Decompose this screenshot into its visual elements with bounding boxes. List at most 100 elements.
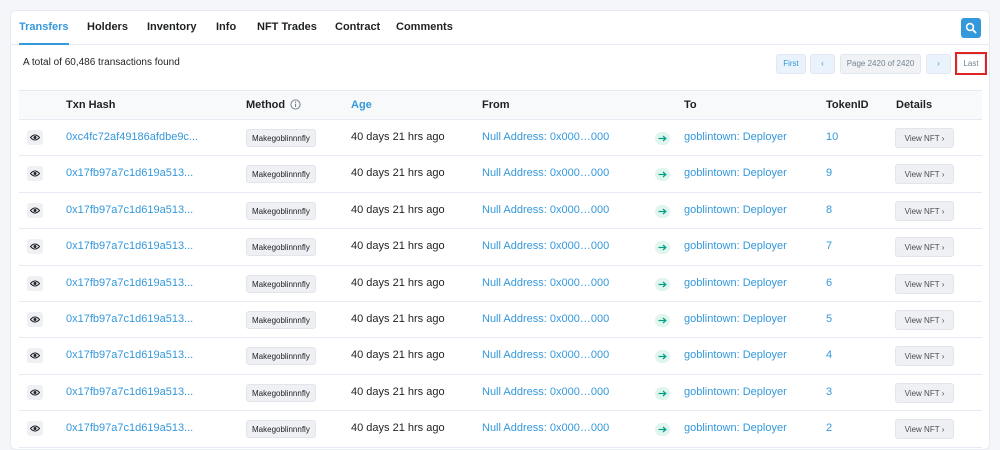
prev-page-button[interactable]: ‹ <box>810 54 835 74</box>
to-address-link[interactable]: goblintown: Deployer <box>684 204 787 216</box>
from-address-link[interactable]: Null Address: 0x000…000 <box>482 240 609 252</box>
preview-button[interactable] <box>27 384 43 400</box>
view-nft-button[interactable]: View NFT › <box>895 310 954 330</box>
table-row: 0x17fb97a7c1d619a513... Makegoblinnnfly 40… <box>19 338 982 375</box>
from-address-link[interactable]: Null Address: 0x000…000 <box>482 131 609 143</box>
arrow-right-icon <box>658 171 667 178</box>
txn-hash-link[interactable]: 0xc4fc72af49186afdbe9c... <box>66 131 198 143</box>
preview-button[interactable] <box>27 312 43 327</box>
eye-icon <box>30 207 40 214</box>
txn-hash-link[interactable]: 0x17fb97a7c1d619a513... <box>66 386 193 398</box>
to-address-link[interactable]: goblintown: Deployer <box>684 313 787 325</box>
method-badge: Makegoblinnnfly <box>246 201 316 220</box>
from-address-link[interactable]: Null Address: 0x000…000 <box>482 204 609 216</box>
col-age[interactable]: Age <box>351 91 372 119</box>
table-row: 0x17fb97a7c1d619a513... Makegoblinnnfly 40… <box>19 193 982 230</box>
preview-button[interactable] <box>27 130 43 145</box>
table-header: Txn Hash Method Age From To TokenID Deta… <box>19 90 982 120</box>
tab-holders[interactable]: Holders <box>87 11 128 45</box>
to-address-link[interactable]: goblintown: Deployer <box>684 422 787 434</box>
token-id-link[interactable]: 6 <box>826 277 832 289</box>
txn-hash-link[interactable]: 0x17fb97a7c1d619a513... <box>66 240 193 252</box>
transfer-direction-badge <box>655 314 670 327</box>
first-page-button[interactable]: First <box>776 54 806 74</box>
preview-button[interactable] <box>27 275 43 291</box>
preview-button[interactable] <box>27 202 43 218</box>
age-value: 40 days 21 hrs ago <box>351 313 445 325</box>
age-value: 40 days 21 hrs ago <box>351 203 445 216</box>
method-badge: Makegoblinnnfly <box>246 238 316 257</box>
txn-hash-link[interactable]: 0x17fb97a7c1d619a513... <box>66 204 193 216</box>
preview-button[interactable] <box>27 421 43 437</box>
arrow-right-icon <box>658 353 667 360</box>
col-method: Method <box>246 91 301 119</box>
view-nft-button[interactable]: View NFT › <box>895 346 954 367</box>
to-address-link[interactable]: goblintown: Deployer <box>684 167 787 179</box>
table-row: 0x17fb97a7c1d619a513... Makegoblinnnfly 40… <box>19 266 982 302</box>
from-address-link[interactable]: Null Address: 0x000…000 <box>482 386 609 398</box>
token-id-link[interactable]: 3 <box>826 386 832 398</box>
tab-comments[interactable]: Comments <box>396 11 453 45</box>
token-id-link[interactable]: 7 <box>826 240 832 252</box>
view-nft-button[interactable]: View NFT › <box>895 164 954 185</box>
txn-hash-link[interactable]: 0x17fb97a7c1d619a513... <box>66 313 193 325</box>
token-id-link[interactable]: 2 <box>826 422 832 434</box>
tab-nft-trades[interactable]: NFT Trades <box>257 11 317 45</box>
method-badge: Makegoblinnnfly <box>246 347 316 366</box>
transactions-count: A total of 60,486 transactions found <box>23 57 180 68</box>
col-method-label: Method <box>246 99 286 111</box>
view-nft-button[interactable]: View NFT › <box>895 419 954 440</box>
search-button[interactable] <box>961 18 981 38</box>
table-row: 0x17fb97a7c1d619a513... Makegoblinnnfly 40… <box>19 375 982 412</box>
method-badge: Makegoblinnnfly <box>246 383 316 402</box>
from-address-link[interactable]: Null Address: 0x000…000 <box>482 277 609 289</box>
transfer-direction-badge <box>655 423 670 437</box>
tab-inventory[interactable]: Inventory <box>147 11 197 45</box>
to-address-link[interactable]: goblintown: Deployer <box>684 349 787 361</box>
token-id-link[interactable]: 10 <box>826 131 838 143</box>
from-address-link[interactable]: Null Address: 0x000…000 <box>482 167 609 179</box>
from-address-link[interactable]: Null Address: 0x000…000 <box>482 349 609 361</box>
arrow-right-icon <box>658 208 667 215</box>
eye-icon <box>30 352 40 359</box>
from-address-link[interactable]: Null Address: 0x000…000 <box>482 313 609 325</box>
to-address-link[interactable]: goblintown: Deployer <box>684 131 787 143</box>
arrow-right-icon <box>658 281 667 288</box>
method-badge: Makegoblinnnfly <box>246 165 316 184</box>
eye-icon <box>30 316 40 323</box>
view-nft-button[interactable]: View NFT › <box>895 273 954 294</box>
transfer-direction-badge <box>655 386 670 400</box>
view-nft-button[interactable]: View NFT › <box>895 128 954 148</box>
txn-hash-link[interactable]: 0x17fb97a7c1d619a513... <box>66 277 193 289</box>
txn-hash-link[interactable]: 0x17fb97a7c1d619a513... <box>66 422 193 434</box>
to-address-link[interactable]: goblintown: Deployer <box>684 240 787 252</box>
to-address-link[interactable]: goblintown: Deployer <box>684 277 787 289</box>
age-value: 40 days 21 hrs ago <box>351 385 445 398</box>
txn-hash-link[interactable]: 0x17fb97a7c1d619a513... <box>66 349 193 361</box>
preview-button[interactable] <box>27 239 43 255</box>
last-page-button[interactable]: Last <box>957 54 985 74</box>
token-id-link[interactable]: 4 <box>826 349 832 361</box>
col-details: Details <box>896 99 933 111</box>
tab-bar: Transfers Holders Inventory Info NFT Tra… <box>11 11 989 45</box>
txn-hash-link[interactable]: 0x17fb97a7c1d619a513... <box>66 167 193 179</box>
info-icon[interactable] <box>290 99 301 110</box>
view-nft-button[interactable]: View NFT › <box>895 382 954 403</box>
preview-button[interactable] <box>27 166 43 182</box>
tab-info[interactable]: Info <box>216 11 236 45</box>
view-nft-button[interactable]: View NFT › <box>895 200 954 221</box>
token-id-link[interactable]: 8 <box>826 204 832 216</box>
eye-icon <box>30 280 40 287</box>
tab-contract[interactable]: Contract <box>335 11 380 45</box>
transfer-direction-badge <box>655 350 670 364</box>
preview-button[interactable] <box>27 348 43 364</box>
transfer-direction-badge <box>655 168 670 182</box>
next-page-button[interactable]: › <box>926 54 951 74</box>
to-address-link[interactable]: goblintown: Deployer <box>684 386 787 398</box>
token-id-link[interactable]: 9 <box>826 167 832 179</box>
table-row: 0x17fb97a7c1d619a513... Makegoblinnnfly 40… <box>19 411 982 448</box>
view-nft-button[interactable]: View NFT › <box>895 237 954 258</box>
tab-transfers[interactable]: Transfers <box>19 11 69 45</box>
from-address-link[interactable]: Null Address: 0x000…000 <box>482 422 609 434</box>
token-id-link[interactable]: 5 <box>826 313 832 325</box>
